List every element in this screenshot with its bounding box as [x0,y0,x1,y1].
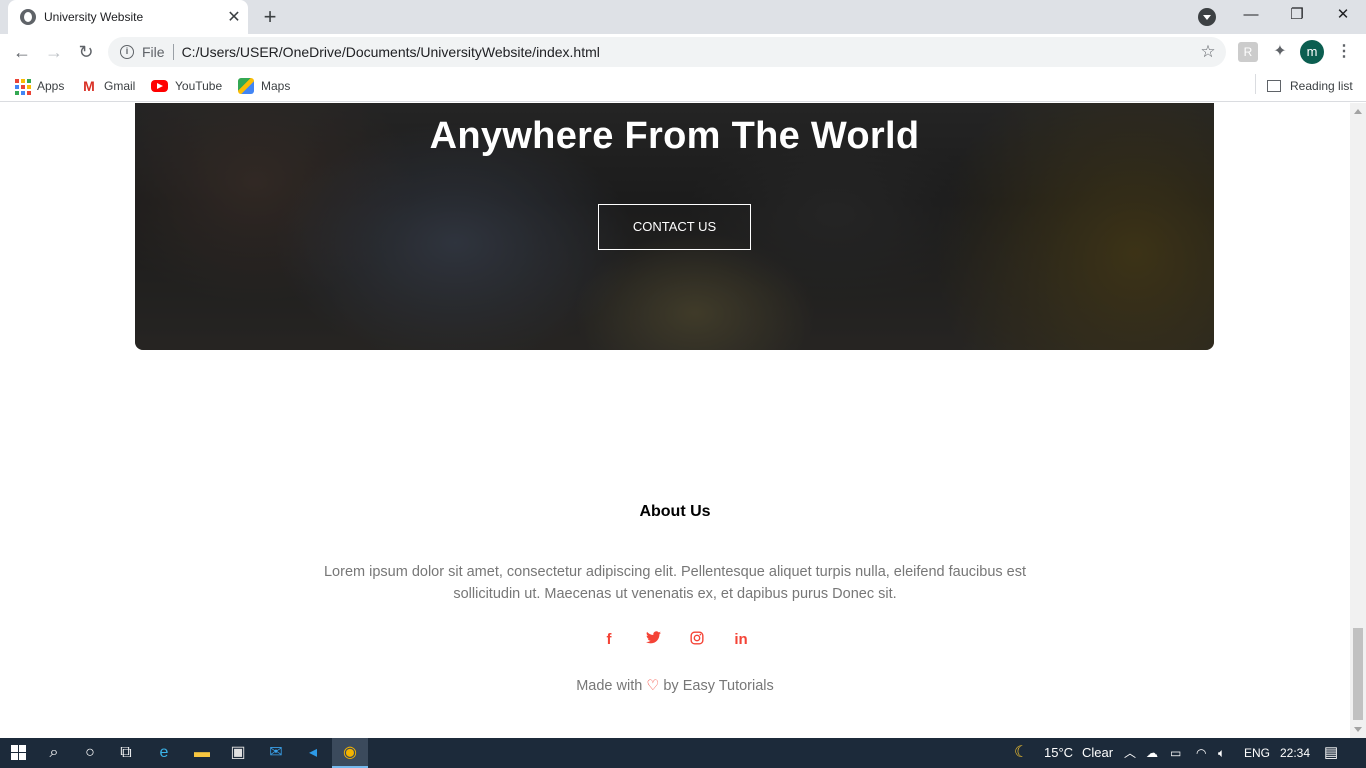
chrome-taskbar-icon[interactable]: ◉ [332,738,368,768]
extension-icon[interactable]: R [1238,42,1258,62]
linkedin-icon[interactable]: in [732,631,750,649]
made-with-prefix: Made with [576,678,643,694]
reading-list-label: Reading list [1290,79,1353,93]
heart-icon: ♡ [646,678,660,694]
volume-icon[interactable]: 🔈︎ [1218,738,1225,768]
url-text[interactable]: C:/Users/USER/OneDrive/Documents/Univers… [182,44,1190,60]
scroll-down-arrow-icon[interactable] [1354,727,1362,732]
scroll-thumb[interactable] [1353,628,1363,720]
made-with-suffix: by Easy Tutorials [663,678,774,694]
bookmark-star-icon[interactable]: ☆ [1190,42,1226,62]
scroll-up-arrow-icon[interactable] [1354,109,1362,114]
moon-icon: ☾ [1014,744,1029,761]
divider [172,44,174,60]
footer-text: Lorem ipsum dolor sit amet, consectetur … [323,564,1027,602]
facebook-icon[interactable]: f [600,631,618,649]
gmail-icon: M [83,78,95,94]
new-tab-button[interactable]: + [258,4,282,30]
bookmarks-bar: Apps M Gmail YouTube Maps Reading list [0,70,1366,102]
bookmark-gmail[interactable]: M Gmail [81,77,135,95]
twitter-icon[interactable] [644,631,662,649]
file-explorer-icon[interactable]: ▬ [184,738,220,768]
windows-taskbar: ⌕ ○ ⧉ e ▬ ▣ ✉ ◂ ◉ ☾ 15°C Clear ︿ ☁ ▭ ◠ 🔈… [0,738,1366,768]
browser-tab[interactable]: University Website ✕ [8,0,248,34]
tab-strip: University Website ✕ + — ❐ ✕ [0,0,1366,34]
back-arrow-icon[interactable]: ← [8,38,36,66]
minimize-button[interactable]: — [1228,0,1274,30]
tab-search-icon[interactable] [1198,8,1216,26]
task-view-icon[interactable]: ⧉ [108,738,144,768]
windows-logo-icon [10,745,26,761]
edge-icon[interactable]: e [146,738,182,768]
file-label: File [142,44,165,60]
weather-text[interactable]: Clear [1082,738,1113,768]
bookmark-youtube[interactable]: YouTube [151,77,222,95]
store-icon[interactable]: ▣ [220,738,256,768]
instagram-icon[interactable] [688,631,706,649]
tab-close-button[interactable]: ✕ [220,7,248,27]
battery-icon[interactable]: ▭ [1170,738,1181,768]
vscode-icon[interactable]: ◂ [295,738,331,768]
search-icon[interactable]: ⌕ [36,738,72,768]
restore-button[interactable]: ❐ [1274,0,1320,30]
page-viewport: Anywhere From The World CONTACT US About… [0,103,1350,738]
extensions-puzzle-icon[interactable]: ✦ [1270,42,1290,62]
forward-arrow-icon[interactable]: → [40,38,68,66]
hero-banner: Anywhere From The World CONTACT US [135,103,1214,350]
made-with-credit: Made with ♡ by Easy Tutorials [0,678,1350,694]
reading-list-icon [1267,80,1281,92]
maps-icon [238,78,254,94]
menu-dots-icon[interactable]: ⋮ [1334,40,1354,64]
close-window-button[interactable]: ✕ [1320,0,1366,30]
bookmark-label: Maps [261,79,291,93]
apps-grid-icon [14,78,31,95]
youtube-icon [151,80,168,92]
tab-title: University Website [44,10,144,24]
cortana-icon[interactable]: ○ [72,738,108,768]
bookmark-label: YouTube [175,79,223,93]
reload-icon[interactable]: ↻ [72,38,100,66]
browser-toolbar: ← → ↻ i File C:/Users/USER/OneDrive/Docu… [0,34,1366,70]
footer-title: About Us [639,503,711,520]
start-button[interactable] [0,738,36,768]
address-bar[interactable]: i File C:/Users/USER/OneDrive/Documents/… [108,37,1226,67]
bookmark-label: Gmail [104,79,136,93]
reading-list-button[interactable]: Reading list [1267,77,1353,95]
bookmark-maps[interactable]: Maps [238,77,290,95]
bookmark-apps[interactable]: Apps [14,77,64,95]
info-icon[interactable]: i [120,45,134,59]
globe-icon [20,9,36,25]
weather-temp[interactable]: 15°C [1044,738,1073,768]
profile-avatar[interactable]: m [1300,40,1324,64]
vertical-scrollbar[interactable] [1350,103,1366,738]
clock[interactable]: 22:34 [1280,738,1310,768]
chevron-up-icon[interactable]: ︿ [1124,738,1136,768]
wifi-icon[interactable]: ◠ [1196,738,1206,768]
divider [1255,74,1256,94]
language-indicator[interactable]: ENG [1244,738,1270,768]
hero-title: Anywhere From The World [429,115,920,157]
mail-icon[interactable]: ✉ [258,738,294,768]
notifications-icon[interactable]: ▤ [1324,738,1338,768]
cloud-icon[interactable]: ☁ [1146,738,1158,768]
contact-us-button[interactable]: CONTACT US [598,204,751,250]
bookmark-label: Apps [37,79,65,93]
social-links: f in [0,631,1350,649]
